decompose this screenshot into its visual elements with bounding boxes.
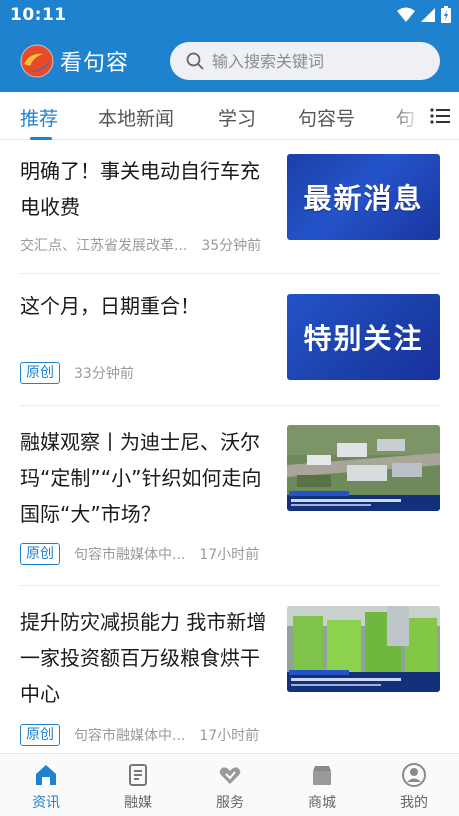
home-icon [36,765,56,785]
category-tabs: 推荐 本地新闻 学习 句容号 句 [0,92,459,140]
app-logo-icon [20,44,54,78]
news-item[interactable]: 融媒观察丨为迪士尼、沃尔玛“定制”“小”针织如何走向国际“大”市场？ 原创 句容… [0,406,459,586]
news-title: 提升防灾减损能力 我市新增一家投资额百万级粮食烘干中心 [20,610,267,706]
nav-me-label: 我的 [400,795,428,811]
document-icon [129,764,147,786]
original-badge: 原创 [20,362,60,384]
news-time: 33分钟前 [74,366,134,382]
tab-menu-button[interactable] [420,93,459,139]
tab-local-news[interactable]: 本地新闻 [98,104,174,131]
tabs-fade [392,92,420,139]
wifi-icon [397,7,415,22]
aerial-factory-image [287,425,440,511]
active-tab-indicator [30,137,52,140]
signal-icon [421,7,435,22]
thumbnail-text: 最新消息 [303,182,424,215]
app-name: 看句容 [60,51,130,76]
app-brand: 看句容 [20,44,129,78]
status-time: 10:11 [10,5,67,25]
status-bar: 10:11 [0,0,459,32]
app-header: 10:11 看句容 [0,0,459,92]
news-source: 句容市融媒体中... [74,547,186,563]
news-title: 这个月，日期重合！ [20,294,200,318]
news-time: 35分钟前 [201,238,262,254]
app-root: 10:11 看句容 推荐 本地新闻 学习 句容号 句 [0,0,459,816]
news-title: 融媒观察丨为迪士尼、沃尔玛“定制”“小”针织如何走向国际“大”市场？ [20,430,262,526]
news-meta: 原创 33分钟前 [20,362,134,384]
nav-media[interactable]: 融媒 [108,762,168,812]
nav-me[interactable]: 我的 [384,762,444,812]
user-icon [402,763,426,787]
thumbnail-text: 特别关注 [303,322,424,355]
news-meta: 原创 句容市融媒体中... 17小时前 [20,724,259,746]
news-item[interactable]: 明确了！事关电动自行车充电收费 交汇点、江苏省发展改革... 35分钟前 最新消… [0,141,459,274]
news-meta: 交汇点、江苏省发展改革... 35分钟前 [20,235,261,255]
nav-mall[interactable]: 商城 [292,762,352,812]
news-source: 句容市融媒体中... [74,728,186,744]
original-badge: 原创 [20,724,60,746]
news-item[interactable]: 这个月，日期重合！ 原创 33分钟前 特别关注 [0,274,459,406]
news-thumbnail: 特别关注 [287,294,440,380]
tab-recommend[interactable]: 推荐 [20,104,58,131]
news-title: 明确了！事关电动自行车充电收费 [20,159,260,219]
news-source: 交汇点、江苏省发展改革... [20,238,188,254]
news-thumbnail-aerial-photo [287,425,440,511]
shop-icon [313,766,331,785]
nav-media-label: 融媒 [124,795,152,811]
news-time: 17小时前 [199,547,260,563]
nav-services-label: 服务 [216,795,244,811]
list-menu-icon [429,108,450,124]
battery-icon [441,6,451,23]
nav-mall-label: 商城 [308,795,336,811]
news-meta: 原创 句容市融媒体中... 17小时前 [20,543,259,565]
nav-services[interactable]: 服务 [200,762,260,812]
news-thumbnail-dryer-photo [287,606,440,692]
tab-jurong-account[interactable]: 句容号 [298,104,355,131]
news-item[interactable]: 提升防灾减损能力 我市新增一家投资额百万级粮食烘干中心 原创 句容市融媒体中..… [0,586,459,756]
nav-news-label: 资讯 [32,795,60,811]
search-input[interactable] [212,51,422,71]
status-icons [397,6,451,23]
search-icon [186,52,204,70]
grain-dryer-image [287,606,440,692]
nav-news[interactable]: 资讯 [16,762,76,812]
original-badge: 原创 [20,543,60,565]
search-bar[interactable] [170,42,440,80]
news-thumbnail: 最新消息 [287,154,440,240]
news-time: 17小时前 [199,728,260,744]
bottom-navigation: 资讯 融媒 服务 商城 我的 [0,753,459,816]
tab-study[interactable]: 学习 [218,104,256,131]
heart-hands-icon [219,767,241,784]
